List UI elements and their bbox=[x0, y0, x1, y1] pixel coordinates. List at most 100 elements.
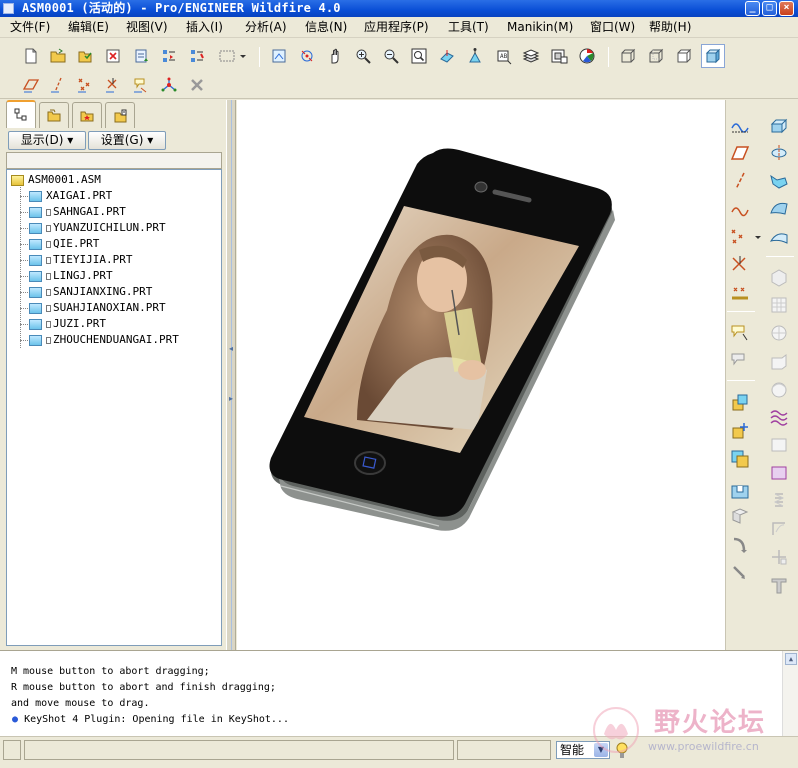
open-folder-icon[interactable] bbox=[47, 45, 69, 67]
layers-icon[interactable]: AB bbox=[492, 45, 514, 67]
saved-views-icon[interactable] bbox=[464, 45, 486, 67]
hole-tool-icon[interactable] bbox=[766, 264, 792, 290]
annotation-feature-icon[interactable] bbox=[727, 320, 753, 346]
tree-root[interactable]: ASM0001.ASM bbox=[11, 172, 101, 188]
t-slot-icon[interactable] bbox=[766, 572, 792, 598]
datum-axis-display-icon[interactable] bbox=[47, 74, 69, 96]
tab-connections[interactable] bbox=[105, 102, 135, 128]
redraw-icon[interactable] bbox=[268, 45, 290, 67]
app-icon[interactable] bbox=[3, 3, 14, 14]
tree-item[interactable]: LINGJ.PRT bbox=[29, 268, 113, 284]
add-component-icon[interactable] bbox=[727, 390, 753, 416]
select-filter-icon[interactable] bbox=[186, 45, 208, 67]
scroll-up-icon[interactable]: ▲ bbox=[785, 653, 797, 665]
datum-plane-tool-icon[interactable] bbox=[727, 140, 753, 166]
maximize-button[interactable]: □ bbox=[762, 1, 777, 16]
menu-analysis[interactable]: 分析(A) bbox=[245, 19, 287, 36]
coordinate-system-display-icon[interactable] bbox=[102, 74, 124, 96]
extrude-tool-icon[interactable] bbox=[766, 112, 792, 138]
tab-folder-browser[interactable] bbox=[39, 102, 69, 128]
reorient-icon[interactable] bbox=[436, 45, 458, 67]
offset-tool-icon[interactable] bbox=[766, 544, 792, 570]
tree-item[interactable]: ZHOUCHENDUANGAI.PRT bbox=[29, 332, 179, 348]
fill-surface-icon[interactable] bbox=[766, 460, 792, 486]
appearance-icon[interactable] bbox=[576, 45, 598, 67]
cut-feature-icon[interactable] bbox=[727, 478, 753, 504]
menu-applications[interactable]: 应用程序(P) bbox=[364, 19, 429, 36]
wireframe-icon[interactable] bbox=[617, 45, 639, 67]
spin-center-display-icon[interactable] bbox=[158, 74, 180, 96]
shell-tool-icon[interactable] bbox=[766, 292, 792, 318]
datum-point-tool-icon[interactable] bbox=[727, 224, 763, 250]
sweep-tool-icon[interactable] bbox=[766, 168, 792, 194]
collapse-left-icon[interactable]: ◂ bbox=[229, 344, 234, 354]
sketch-tool-icon[interactable] bbox=[727, 112, 753, 138]
menu-edit[interactable]: 编辑(E) bbox=[68, 19, 109, 36]
tree-item[interactable]: XAIGAI.PRT bbox=[29, 188, 112, 204]
spin-center-icon[interactable] bbox=[296, 45, 318, 67]
view-manager-icon[interactable] bbox=[548, 45, 570, 67]
analysis-feature-icon[interactable] bbox=[727, 280, 753, 306]
curve-from-equation-icon[interactable] bbox=[766, 516, 792, 542]
show-dropdown-button[interactable]: 显示(D) ▾ bbox=[8, 131, 86, 150]
refit-icon[interactable] bbox=[408, 45, 430, 67]
datum-plane-display-icon[interactable] bbox=[20, 74, 42, 96]
expand-right-icon[interactable]: ▸ bbox=[229, 394, 234, 404]
revolve-tool-icon[interactable] bbox=[766, 140, 792, 166]
draft-tool-icon[interactable] bbox=[766, 348, 792, 374]
spring-icon[interactable] bbox=[766, 488, 792, 514]
minimize-button[interactable]: _ bbox=[745, 1, 760, 16]
menu-help[interactable]: 帮助(H) bbox=[649, 19, 691, 36]
create-component-icon[interactable] bbox=[727, 418, 753, 444]
coordinate-system-tool-icon[interactable] bbox=[727, 252, 753, 278]
regenerate-icon[interactable] bbox=[130, 45, 152, 67]
close-button[interactable]: × bbox=[779, 1, 794, 16]
menu-file[interactable]: 文件(F) bbox=[10, 19, 50, 36]
pan-hand-icon[interactable] bbox=[324, 45, 346, 67]
datum-axis-tool-icon[interactable] bbox=[727, 168, 753, 194]
tree-item[interactable]: JUZI.PRT bbox=[29, 316, 106, 332]
graphics-window[interactable] bbox=[237, 100, 725, 650]
tab-favorites[interactable] bbox=[72, 102, 102, 128]
repeat-component-icon[interactable] bbox=[727, 446, 753, 472]
move-feature-icon[interactable] bbox=[727, 560, 753, 586]
settings-dropdown-button[interactable]: 设置(G) ▾ bbox=[88, 131, 166, 150]
menu-manikin[interactable]: Manikin(M) bbox=[507, 19, 573, 36]
save-icon[interactable] bbox=[74, 45, 96, 67]
tools-x-icon[interactable] bbox=[186, 74, 208, 96]
shading-icon[interactable] bbox=[701, 44, 725, 68]
menu-view[interactable]: 视图(V) bbox=[126, 19, 168, 36]
tree-item[interactable]: TIEYIJIA.PRT bbox=[29, 252, 132, 268]
variable-section-sweep-icon[interactable] bbox=[766, 224, 792, 250]
tree-item[interactable]: SUAHJIANOXIAN.PRT bbox=[29, 300, 166, 316]
navigator-splitter[interactable]: ◂ ▸ bbox=[226, 100, 236, 650]
box-select-dropdown[interactable] bbox=[214, 45, 250, 67]
regen-manager-icon[interactable] bbox=[158, 45, 180, 67]
menu-info[interactable]: 信息(N) bbox=[305, 19, 347, 36]
sketch-curve-icon[interactable] bbox=[727, 348, 753, 374]
tree-item[interactable]: SAHNGAI.PRT bbox=[29, 204, 126, 220]
zoom-out-icon[interactable] bbox=[380, 45, 402, 67]
tree-item[interactable]: YUANZUICHILUN.PRT bbox=[29, 220, 166, 236]
layer-stack-icon[interactable] bbox=[520, 45, 542, 67]
no-hidden-icon[interactable] bbox=[673, 45, 695, 67]
datum-point-display-icon[interactable] bbox=[74, 74, 96, 96]
tab-model-tree[interactable] bbox=[6, 100, 36, 128]
annotation-display-icon[interactable] bbox=[130, 74, 152, 96]
blend-tool-icon[interactable] bbox=[766, 196, 792, 222]
rib-tool-icon[interactable] bbox=[766, 320, 792, 346]
hidden-line-icon[interactable] bbox=[645, 45, 667, 67]
new-file-icon[interactable] bbox=[20, 45, 42, 67]
pattern-feature-icon[interactable] bbox=[727, 504, 753, 530]
erase-icon[interactable] bbox=[102, 45, 124, 67]
menu-tools[interactable]: 工具(T) bbox=[448, 19, 489, 36]
tree-item[interactable]: SANJIANXING.PRT bbox=[29, 284, 152, 300]
rotate-feature-icon[interactable] bbox=[727, 532, 753, 558]
zoom-in-icon[interactable] bbox=[352, 45, 374, 67]
warp-tool-icon[interactable] bbox=[766, 404, 792, 430]
menu-insert[interactable]: 插入(I) bbox=[186, 19, 223, 36]
plane-surface-icon[interactable] bbox=[766, 432, 792, 458]
datum-curve-tool-icon[interactable] bbox=[727, 196, 753, 222]
tree-item[interactable]: QIE.PRT bbox=[29, 236, 99, 252]
round-tool-icon[interactable] bbox=[766, 376, 792, 402]
